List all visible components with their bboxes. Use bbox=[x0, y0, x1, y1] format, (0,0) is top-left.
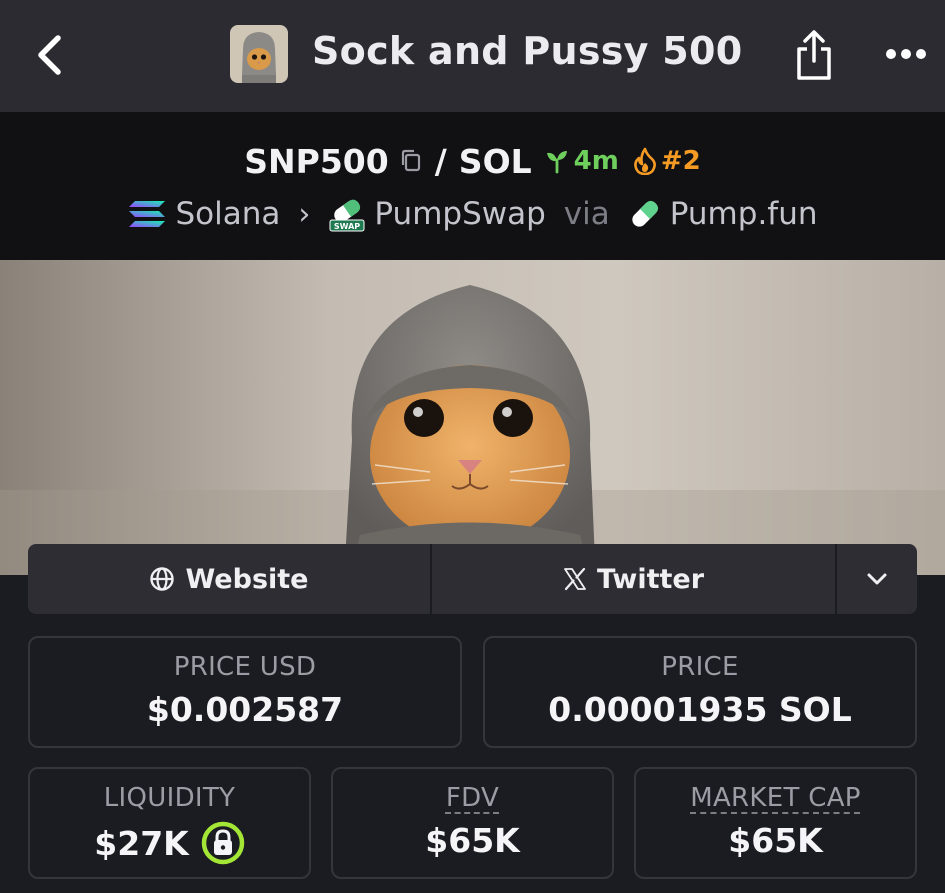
twitter-label: Twitter bbox=[596, 563, 705, 595]
trending-rank-text: #2 bbox=[660, 146, 701, 176]
copy-address-button[interactable] bbox=[399, 148, 423, 174]
dex-link[interactable]: SWAP PumpSwap bbox=[328, 195, 546, 233]
price-native-value: 0.00001935 SOL bbox=[548, 690, 852, 729]
price-native-card: PRICE 0.00001935 SOL bbox=[483, 636, 917, 748]
pair-separator: / bbox=[434, 141, 447, 181]
liquidity-label: LIQUIDITY bbox=[103, 783, 236, 813]
copy-icon bbox=[401, 149, 420, 172]
chevron-down-icon bbox=[867, 573, 887, 585]
social-links-bar: Website Twitter bbox=[28, 544, 917, 614]
twitter-button[interactable]: Twitter bbox=[430, 544, 835, 614]
website-label: Website bbox=[185, 563, 309, 595]
via-label: via bbox=[563, 196, 610, 232]
market-cap-label[interactable]: MARKET CAP bbox=[636, 783, 915, 813]
liquidity-value-row: $27K bbox=[30, 821, 309, 865]
token-avatar bbox=[230, 25, 288, 83]
top-nav-bar: Sock and Pussy 500 bbox=[0, 0, 945, 112]
chain-name: Solana bbox=[175, 196, 281, 232]
dex-name: PumpSwap bbox=[374, 196, 546, 232]
ellipsis-icon bbox=[886, 49, 926, 59]
trending-rank-badge[interactable]: #2 bbox=[633, 146, 701, 176]
flame-icon bbox=[633, 147, 656, 175]
pair-route: Solana › SWAP PumpSwap via Pump.fun bbox=[0, 192, 945, 236]
chevron-left-icon bbox=[38, 35, 61, 75]
launchpad-name: Pump.fun bbox=[669, 196, 818, 232]
website-button[interactable]: Website bbox=[28, 544, 430, 614]
fdv-label[interactable]: FDV bbox=[333, 783, 612, 813]
share-button[interactable] bbox=[790, 26, 838, 84]
share-icon bbox=[797, 30, 831, 80]
x-logo-icon bbox=[564, 567, 586, 591]
pair-age-badge: 4m bbox=[544, 146, 619, 176]
solana-icon bbox=[128, 201, 165, 227]
chevron-right-icon: › bbox=[298, 196, 311, 232]
price-usd-label: PRICE USD bbox=[173, 652, 317, 682]
lock-icon bbox=[201, 821, 244, 865]
liquidity-value: $27K bbox=[94, 823, 189, 863]
pumpswap-pill-icon: SWAP bbox=[329, 199, 365, 232]
dex-logo-text: SWAP bbox=[334, 222, 360, 231]
fdv-value: $65K bbox=[425, 821, 520, 860]
fdv-card: FDV $65K bbox=[331, 767, 614, 879]
sprout-icon bbox=[546, 151, 567, 174]
more-links-button[interactable] bbox=[835, 544, 917, 614]
price-usd-value: $0.002587 bbox=[146, 690, 344, 729]
quote-token-symbol: SOL bbox=[458, 141, 532, 181]
globe-icon bbox=[150, 567, 175, 591]
liquidity-lock-button[interactable] bbox=[201, 821, 245, 865]
price-usd-card: PRICE USD $0.002587 bbox=[28, 636, 462, 748]
launchpad-link[interactable]: Pump.fun bbox=[628, 196, 818, 232]
token-banner-image bbox=[0, 260, 945, 575]
base-token-symbol: SNP500 bbox=[244, 141, 389, 181]
token-title: Sock and Pussy 500 bbox=[312, 29, 743, 73]
pill-icon bbox=[632, 200, 658, 227]
market-cap-value: $65K bbox=[728, 821, 823, 860]
pair-row: SNP500 / SOL 4m #2 bbox=[0, 138, 945, 184]
price-native-label: PRICE bbox=[661, 652, 739, 682]
chain-link[interactable]: Solana bbox=[128, 196, 281, 232]
pair-header: SNP500 / SOL 4m #2 Solana › SWAP PumpSwa… bbox=[0, 112, 945, 260]
market-cap-card: MARKET CAP $65K bbox=[634, 767, 917, 879]
pair-age-text: 4m bbox=[573, 146, 619, 176]
liquidity-card: LIQUIDITY $27K bbox=[28, 767, 311, 879]
more-options-button[interactable] bbox=[878, 36, 934, 72]
back-button[interactable] bbox=[28, 30, 70, 80]
